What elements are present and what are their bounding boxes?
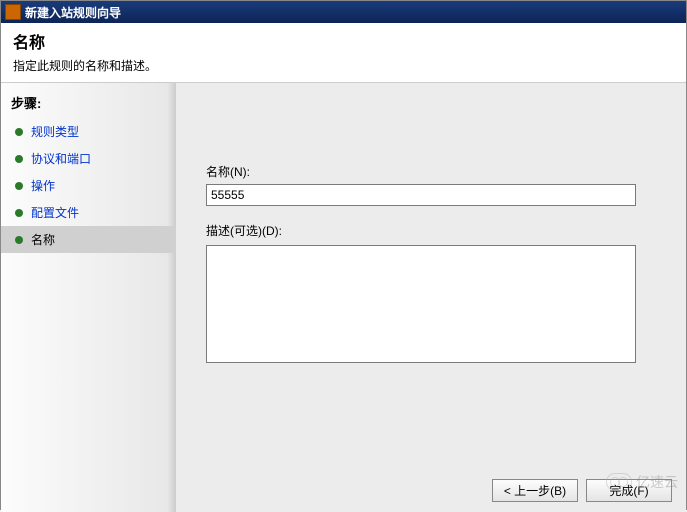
name-label: 名称(N): (206, 163, 666, 180)
watermark: 亿速云 (606, 472, 678, 492)
window-title: 新建入站规则向导 (25, 4, 121, 21)
bullet-icon (15, 128, 23, 136)
page-subtitle: 指定此规则的名称和描述。 (13, 57, 674, 74)
bullet-icon (15, 182, 23, 190)
name-input[interactable] (206, 184, 636, 206)
sidebar-item-label: 操作 (31, 177, 55, 194)
page-title: 名称 (13, 29, 674, 53)
firewall-icon (5, 4, 21, 20)
watermark-text: 亿速云 (636, 472, 678, 492)
sidebar-item-name[interactable]: 名称 (1, 226, 176, 253)
watermark-icon (606, 473, 632, 491)
sidebar-item-label: 协议和端口 (31, 150, 91, 167)
desc-textarea[interactable] (206, 245, 636, 363)
sidebar-item-protocol-ports[interactable]: 协议和端口 (1, 145, 176, 172)
sidebar-item-label: 配置文件 (31, 204, 79, 221)
bullet-icon (15, 155, 23, 163)
desc-label: 描述(可选)(D): (206, 222, 666, 239)
sidebar-item-action[interactable]: 操作 (1, 172, 176, 199)
main-panel: 名称(N): 描述(可选)(D): < 上一步(B) 完成(F) 亿速云 (176, 83, 686, 512)
titlebar: 新建入站规则向导 (1, 1, 686, 23)
sidebar-item-label: 规则类型 (31, 123, 79, 140)
sidebar-item-profile[interactable]: 配置文件 (1, 199, 176, 226)
desc-field-group: 描述(可选)(D): (206, 222, 666, 366)
content-area: 步骤: 规则类型 协议和端口 操作 配置文件 名称 (1, 82, 686, 512)
steps-sidebar: 步骤: 规则类型 协议和端口 操作 配置文件 名称 (1, 83, 176, 512)
page-header: 名称 指定此规则的名称和描述。 (1, 23, 686, 82)
wizard-window: 新建入站规则向导 名称 指定此规则的名称和描述。 步骤: 规则类型 协议和端口 … (0, 0, 687, 510)
bullet-icon (15, 236, 23, 244)
sidebar-item-label: 名称 (31, 231, 55, 248)
sidebar-title: 步骤: (1, 89, 176, 118)
back-button[interactable]: < 上一步(B) (492, 479, 578, 502)
sidebar-item-rule-type[interactable]: 规则类型 (1, 118, 176, 145)
bullet-icon (15, 209, 23, 217)
name-field-group: 名称(N): (206, 163, 666, 206)
